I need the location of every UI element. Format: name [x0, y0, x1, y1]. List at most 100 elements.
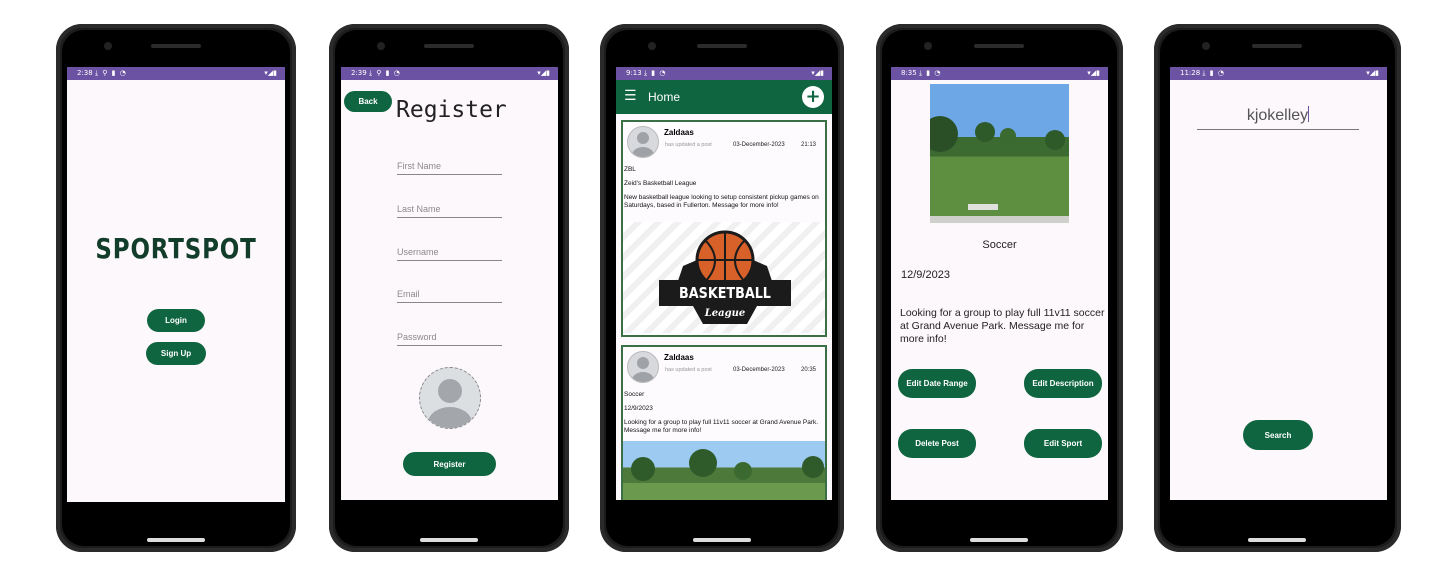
post-action: has updated a post — [665, 142, 712, 148]
status-bar: 2:38 ⤓ ⚲ ▮ ◔ ▾◢▮ — [67, 67, 285, 80]
notification-icons: ⤓ ▮ ◔ — [643, 69, 667, 77]
camera — [377, 42, 385, 50]
phone-search: 11:28 ⤓ ▮ ◔ ▾◢▮ kjokelley Search — [1154, 24, 1401, 552]
notification-icons: ⤓ ⚲ ▮ ◔ — [94, 69, 127, 77]
status-time: 2:39 — [351, 69, 367, 77]
first-name-field[interactable]: First Name — [397, 161, 502, 175]
delete-post-button[interactable]: Delete Post — [898, 429, 976, 458]
signal-battery-icon: ▾◢▮ — [811, 69, 824, 77]
search-screen: 11:28 ⤓ ▮ ◔ ▾◢▮ kjokelley Search — [1170, 67, 1387, 500]
home-indicator[interactable] — [970, 538, 1028, 542]
register-screen: 2:39 ⤓ ⚲ ▮ ◔ ▾◢▮ Back Register First Nam… — [341, 67, 558, 500]
status-time: 2:38 — [77, 69, 93, 77]
phone-splash: 2:38 ⤓ ⚲ ▮ ◔ ▾◢▮ SPORTSPOT Login Sign Up — [56, 24, 296, 552]
back-button[interactable]: Back — [344, 91, 392, 112]
basketball-logo-title: BASKETBALL — [679, 284, 771, 302]
post-subtitle: Zeid's Basketball League — [624, 180, 697, 187]
menu-icon[interactable]: ☰ — [624, 88, 637, 104]
search-query: kjokelley — [1246, 107, 1309, 124]
post-title: ZBL — [624, 166, 636, 173]
post-card[interactable]: Zaldaas has updated a post 03-December-2… — [621, 345, 827, 500]
park-trees-icon — [631, 449, 824, 481]
avatar-placeholder-icon — [632, 132, 654, 157]
post-date: 03-December-2023 — [733, 142, 785, 148]
post-title: Soccer — [624, 391, 645, 398]
home-screen: 9:13 ⤓ ▮ ◔ ▾◢▮ ☰ Home + Zaldaas has upda… — [616, 67, 832, 500]
post-action: has updated a post — [665, 367, 712, 373]
home-indicator[interactable] — [693, 538, 751, 542]
speaker — [151, 44, 201, 48]
post-detail-screen: 8:35 ⤓ ▮ ◔ ▾◢▮ Soccer 12/9/2023 Looking … — [891, 67, 1108, 500]
avatar-placeholder-icon — [632, 357, 654, 382]
post-username: Zaldaas — [664, 128, 694, 137]
post-card[interactable]: Zaldaas has updated a post 03-December-2… — [621, 120, 827, 337]
username-field[interactable]: Username — [397, 247, 502, 261]
signal-battery-icon: ▾◢▮ — [537, 69, 550, 77]
status-bar: 2:39 ⤓ ⚲ ▮ ◔ ▾◢▮ — [341, 67, 558, 80]
notification-icons: ⤓ ▮ ◔ — [1202, 69, 1225, 77]
status-time: 11:28 — [1180, 69, 1201, 77]
signal-battery-icon: ▾◢▮ — [264, 69, 277, 77]
status-time: 9:13 — [626, 69, 642, 77]
post-date: 03-December-2023 — [733, 367, 785, 373]
post-photo — [930, 84, 1069, 223]
phone-home: 9:13 ⤓ ▮ ◔ ▾◢▮ ☰ Home + Zaldaas has upda… — [600, 24, 844, 552]
status-bar: 9:13 ⤓ ▮ ◔ ▾◢▮ — [616, 67, 832, 80]
camera — [104, 42, 112, 50]
speaker — [424, 44, 474, 48]
avatar — [627, 126, 659, 158]
splash-screen: 2:38 ⤓ ⚲ ▮ ◔ ▾◢▮ SPORTSPOT Login Sign Up — [67, 67, 285, 502]
notification-icons: ⤓ ⚲ ▮ ◔ — [368, 69, 401, 77]
basketball-logo-subtitle: League — [704, 308, 746, 319]
avatar — [627, 351, 659, 383]
text-cursor — [1308, 106, 1310, 122]
status-bar: 11:28 ⤓ ▮ ◔ ▾◢▮ — [1170, 67, 1387, 80]
post-image: BASKETBALL League — [623, 222, 825, 333]
post-username: Zaldaas — [664, 353, 694, 362]
password-field[interactable]: Password — [397, 332, 502, 346]
post-image — [623, 441, 825, 500]
home-indicator[interactable] — [420, 538, 478, 542]
post-subtitle: 12/9/2023 — [624, 405, 653, 412]
avatar-placeholder-icon — [428, 379, 472, 428]
speaker — [1252, 44, 1302, 48]
add-post-button[interactable]: + — [802, 86, 824, 108]
phone-register: 2:39 ⤓ ⚲ ▮ ◔ ▾◢▮ Back Register First Nam… — [329, 24, 569, 552]
status-time: 8:35 — [901, 69, 917, 77]
camera — [924, 42, 932, 50]
field-trees-icon — [930, 116, 1065, 210]
edit-description-button[interactable]: Edit Description — [1024, 369, 1102, 398]
post-sport: Soccer — [982, 239, 1017, 251]
post-body: Looking for a group to play full 11v11 s… — [624, 419, 819, 434]
last-name-field[interactable]: Last Name — [397, 204, 502, 218]
search-input[interactable]: kjokelley — [1197, 105, 1359, 130]
signal-battery-icon: ▾◢▮ — [1087, 69, 1100, 77]
register-button[interactable]: Register — [403, 452, 496, 476]
speaker — [697, 44, 747, 48]
notification-icons: ⤓ ▮ ◔ — [918, 69, 942, 77]
status-bar: 8:35 ⤓ ▮ ◔ ▾◢▮ — [891, 67, 1108, 80]
email-field[interactable]: Email — [397, 289, 502, 303]
app-bar: ☰ Home + — [616, 80, 832, 114]
edit-sport-button[interactable]: Edit Sport — [1024, 429, 1102, 458]
home-indicator[interactable] — [147, 538, 205, 542]
home-indicator[interactable] — [1248, 538, 1306, 542]
camera — [1202, 42, 1210, 50]
post-description: Looking for a group to play full 11v11 s… — [900, 307, 1105, 345]
page-title: Register — [396, 97, 507, 123]
edit-date-range-button[interactable]: Edit Date Range — [898, 369, 976, 398]
post-date: 12/9/2023 — [901, 269, 950, 281]
post-body: New basketball league looking to setup c… — [624, 194, 819, 209]
camera — [648, 42, 656, 50]
phone-post-detail: 8:35 ⤓ ▮ ◔ ▾◢▮ Soccer 12/9/2023 Looking … — [876, 24, 1123, 552]
search-button[interactable]: Search — [1243, 420, 1313, 450]
profile-photo-picker[interactable] — [419, 367, 481, 429]
login-button[interactable]: Login — [147, 309, 205, 332]
post-time: 21:13 — [801, 142, 817, 148]
app-bar-title: Home — [648, 90, 681, 104]
signal-battery-icon: ▾◢▮ — [1366, 69, 1379, 77]
speaker — [974, 44, 1024, 48]
signup-button[interactable]: Sign Up — [146, 342, 206, 365]
post-time: 20:35 — [801, 367, 817, 373]
app-logo: SPORTSPOT — [95, 232, 257, 265]
